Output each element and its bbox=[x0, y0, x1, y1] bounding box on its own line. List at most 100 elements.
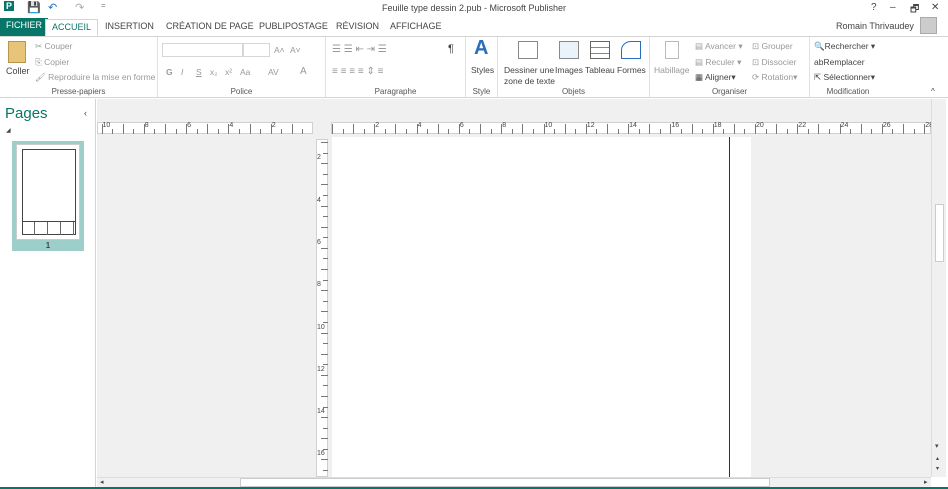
pilcrow-button[interactable]: ¶ bbox=[448, 43, 454, 55]
ruler-label: 10 bbox=[544, 122, 553, 129]
ruler-tick bbox=[469, 129, 471, 134]
ruler-tick bbox=[628, 124, 630, 134]
styles-icon: A bbox=[474, 37, 489, 59]
ruler-tick bbox=[458, 124, 460, 134]
publication-page[interactable] bbox=[332, 137, 751, 477]
ruler-tick bbox=[744, 129, 746, 134]
ungroup-button[interactable]: ⊡ Dissocier bbox=[752, 57, 796, 68]
ruler-tick bbox=[807, 129, 809, 134]
next-page-icon[interactable]: ▾ bbox=[936, 465, 939, 472]
scroll-left-icon[interactable]: ◂ bbox=[100, 478, 104, 486]
ruler-tick bbox=[585, 124, 587, 134]
shapes-button[interactable]: Formes bbox=[617, 65, 646, 75]
ruler-tick bbox=[680, 129, 682, 134]
ruler-tick bbox=[532, 129, 534, 134]
ruler-label: 14 bbox=[629, 122, 637, 129]
rotate-button[interactable]: ⟳ Rotation▾ bbox=[752, 72, 797, 83]
ruler-label: 4 bbox=[229, 122, 234, 129]
group-label-style: Style bbox=[472, 87, 491, 96]
italic-button[interactable]: I bbox=[181, 67, 183, 77]
ruler-tick bbox=[575, 129, 577, 134]
table-button[interactable]: Tableau bbox=[585, 65, 615, 75]
font-name-input[interactable] bbox=[162, 43, 243, 57]
ruler-tick bbox=[649, 124, 651, 134]
collapse-ribbon-icon[interactable]: ^ bbox=[931, 87, 935, 96]
page-thumbnail[interactable]: 1 bbox=[12, 141, 84, 251]
format-painter-button[interactable]: 🖌 Reproduire la mise en forme bbox=[35, 72, 155, 83]
user-name[interactable]: Romain Thrivaudey bbox=[836, 21, 914, 31]
font-size-input[interactable] bbox=[243, 43, 270, 57]
ruler-tick bbox=[596, 129, 598, 134]
ruler-tick bbox=[321, 311, 328, 313]
align-button[interactable]: ▦ Aligner▾ bbox=[695, 72, 736, 83]
tab-publipostage[interactable]: PUBLIPOSTAGE bbox=[253, 19, 334, 36]
images-button[interactable]: Images bbox=[555, 65, 583, 75]
replace-button[interactable]: abRemplacer bbox=[814, 57, 865, 67]
change-case-button[interactable]: Aa bbox=[240, 67, 250, 77]
ruler-tick bbox=[270, 124, 272, 134]
forward-label: Avancer bbox=[704, 41, 736, 51]
select-label: Sélectionner bbox=[823, 72, 871, 82]
bullets-icon[interactable]: ☰ ☰ ⇤ ⇥ ☰ bbox=[332, 44, 387, 55]
ruler-tick bbox=[564, 124, 566, 134]
ruler-tick bbox=[164, 124, 166, 134]
group-button[interactable]: ⊡ Grouper bbox=[752, 41, 793, 52]
copy-button[interactable]: ⎘ Copier bbox=[35, 57, 69, 68]
collapse-pane-icon[interactable]: ‹ bbox=[84, 108, 87, 118]
minimize-button[interactable]: – bbox=[890, 2, 896, 13]
tab-revision[interactable]: RÉVISION bbox=[330, 19, 385, 36]
grow-font-button[interactable]: A˄ bbox=[274, 45, 285, 55]
cut-button[interactable]: ✂ Couper bbox=[35, 41, 72, 52]
wrap-button[interactable]: Habillage bbox=[654, 65, 689, 75]
align-icons[interactable]: ≡ ≡ ≡ ≡ ⇕ ≡ bbox=[332, 66, 383, 77]
vertical-ruler[interactable]: 2 4 6 8 10 12 14 16 bbox=[313, 99, 330, 477]
ruler-label: 6 bbox=[459, 122, 464, 129]
close-button[interactable]: ✕ bbox=[931, 2, 939, 13]
tab-affichage[interactable]: AFFICHAGE bbox=[384, 19, 448, 36]
help-button[interactable]: ? bbox=[871, 2, 877, 13]
horizontal-scroll-thumb[interactable] bbox=[240, 478, 770, 487]
underline-button[interactable]: S bbox=[196, 67, 202, 77]
horizontal-ruler[interactable]: 1086420246810121416182022242628 bbox=[97, 119, 933, 136]
section-triangle-icon[interactable]: ◢ bbox=[6, 127, 11, 134]
tab-creation-de-page[interactable]: CRÉATION DE PAGE bbox=[160, 19, 260, 36]
ruler-tick bbox=[501, 124, 503, 134]
ruler-tick bbox=[133, 129, 135, 134]
shrink-font-button[interactable]: A˅ bbox=[290, 45, 301, 55]
ruler-tick bbox=[913, 129, 915, 134]
scroll-right-icon[interactable]: ▸ bbox=[924, 478, 928, 486]
find-button[interactable]: 🔍Rechercher ▾ bbox=[814, 41, 875, 52]
scroll-down-icon[interactable]: ▾ bbox=[935, 442, 939, 450]
ruler-label: 22 bbox=[798, 122, 807, 129]
forward-button[interactable]: ▤ Avancer ▾ bbox=[695, 41, 743, 52]
backward-button[interactable]: ▤ Reculer ▾ bbox=[695, 57, 741, 68]
avatar[interactable] bbox=[920, 17, 937, 34]
vertical-scrollbar[interactable]: ▾ ▴ ▾ bbox=[931, 99, 946, 477]
bold-button[interactable]: G bbox=[166, 67, 173, 77]
ruler-tick bbox=[363, 129, 365, 134]
tab-insertion[interactable]: INSERTION bbox=[99, 19, 160, 36]
ruler-tick bbox=[490, 129, 492, 134]
character-spacing-button[interactable]: AV bbox=[268, 67, 279, 77]
ruler-tick bbox=[323, 343, 328, 345]
ruler-tick bbox=[522, 124, 524, 134]
paste-button[interactable]: Coller bbox=[6, 66, 30, 76]
ruler-tick bbox=[427, 129, 429, 134]
tab-fichier[interactable]: FICHIER bbox=[0, 18, 48, 36]
ruler-tick bbox=[260, 129, 262, 134]
select-button[interactable]: ⇱ Sélectionner▾ bbox=[814, 72, 875, 83]
vertical-scroll-thumb[interactable] bbox=[935, 204, 944, 262]
draw-textbox-button[interactable]: Dessiner une zone de texte bbox=[504, 65, 555, 87]
group-label-editing: Modification bbox=[826, 87, 870, 96]
subscript-button[interactable]: x₂ bbox=[210, 67, 218, 77]
ruler-label: 4 bbox=[417, 122, 422, 129]
ruler-tick bbox=[755, 124, 756, 134]
ruler-tick bbox=[850, 129, 852, 134]
font-color-button[interactable]: A bbox=[300, 66, 307, 77]
ruler-label: 26 bbox=[882, 122, 891, 129]
tab-accueil[interactable]: ACCUEIL bbox=[45, 19, 99, 36]
styles-button[interactable]: Styles bbox=[471, 65, 494, 75]
ribbon: Coller ✂ Couper ⎘ Copier 🖌 Reproduire la… bbox=[0, 36, 948, 98]
previous-page-icon[interactable]: ▴ bbox=[936, 455, 939, 462]
superscript-button[interactable]: x² bbox=[225, 67, 232, 77]
